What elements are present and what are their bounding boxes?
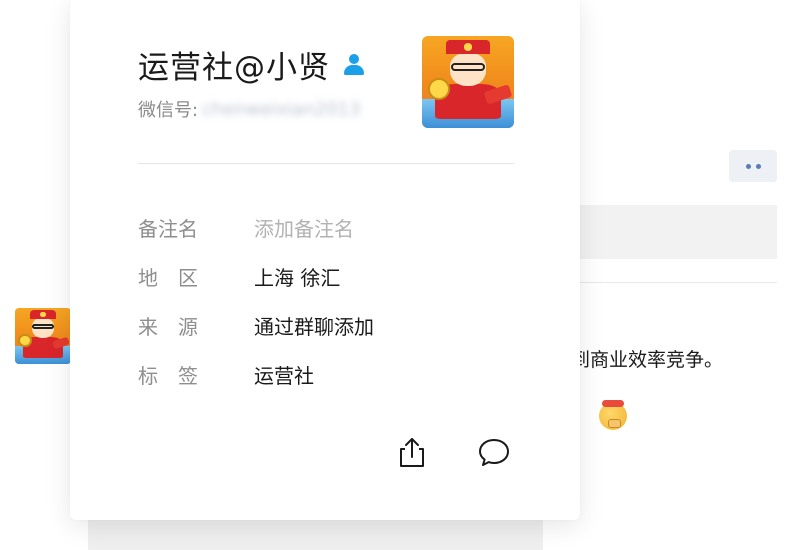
- chat-message-text: 到商业效率竞争。: [571, 349, 724, 371]
- chat-sender-avatar[interactable]: [15, 308, 71, 364]
- wechat-id-row: 微信号: chenweixian2013: [138, 96, 361, 122]
- source-row: 来 源 通过群聊添加: [138, 311, 374, 340]
- source-value: 通过群聊添加: [254, 315, 374, 339]
- tag-value[interactable]: 运营社: [254, 360, 314, 389]
- card-divider: [138, 163, 514, 164]
- remark-input[interactable]: 添加备注名: [254, 213, 354, 242]
- chat-divider: [560, 282, 777, 283]
- share-button[interactable]: [394, 434, 430, 470]
- region-row: 地 区 上海 徐汇: [138, 262, 340, 291]
- emoji-icon: [599, 400, 627, 430]
- contact-avatar[interactable]: [422, 36, 514, 128]
- nickname-row: 运营社@小贤: [138, 42, 366, 87]
- region-value: 上海 徐汇: [254, 266, 341, 290]
- dot-icon: [755, 163, 761, 169]
- wechat-id-label: 微信号:: [138, 100, 199, 121]
- tag-label: 标 签: [138, 364, 198, 388]
- contact-card: 运营社@小贤 微信号: chenweixian2013 备注名 添加备注名 地 …: [70, 0, 580, 520]
- chat-bubble-icon: [479, 439, 509, 466]
- remark-row[interactable]: 备注名 添加备注名: [138, 213, 354, 242]
- remark-label: 备注名: [138, 217, 198, 241]
- person-icon: [342, 53, 366, 77]
- source-label: 来 源: [138, 315, 198, 339]
- wechat-id-value: chenweixian2013: [202, 98, 361, 120]
- tag-row[interactable]: 标 签 运营社: [138, 360, 314, 389]
- region-label: 地 区: [138, 266, 198, 290]
- message-button[interactable]: [476, 434, 512, 470]
- more-options-button[interactable]: [729, 150, 777, 182]
- contact-nickname: 运营社@小贤: [138, 50, 330, 86]
- share-icon: [400, 438, 424, 467]
- dot-icon: [745, 163, 751, 169]
- chat-input-strip: [88, 518, 543, 550]
